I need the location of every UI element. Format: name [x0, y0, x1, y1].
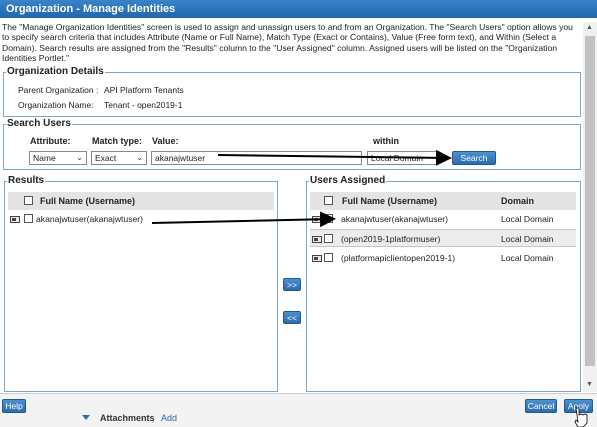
attribute-select[interactable]: Name ⌄ — [29, 151, 87, 165]
parent-org-label: Parent Organization : — [18, 85, 99, 95]
users-assigned-legend: Users Assigned — [309, 175, 387, 187]
value-input-text: akanajwtuser — [155, 153, 206, 163]
attribute-label: Attribute: — [30, 136, 71, 146]
dialog-title-bar: Organization - Manage Identities — [0, 0, 597, 18]
match-type-label: Match type: — [92, 136, 143, 146]
results-row-checkbox[interactable] — [24, 214, 33, 223]
user-card-icon — [312, 255, 322, 262]
assigned-row-name: (open2019-1platformuser) — [341, 234, 441, 244]
description-text: The "Manage Organization Identities" scr… — [2, 22, 573, 63]
chevron-down-icon: ⌄ — [76, 153, 83, 162]
scrollbar-thumb[interactable] — [585, 36, 595, 366]
assigned-row[interactable]: (open2019-1platformuser) Local Domain — [310, 229, 576, 247]
within-select[interactable]: Local Domain — [367, 151, 439, 165]
org-name-value: Tenant - open2019-1 — [104, 100, 183, 110]
user-card-icon — [10, 216, 20, 223]
parent-org-value: API Platform Tenants — [104, 85, 184, 95]
value-input[interactable]: akanajwtuser — [151, 151, 362, 165]
search-users-legend: Search Users — [6, 118, 72, 130]
help-button[interactable]: Help — [2, 399, 26, 413]
results-row-name: akanajwtuser(akanajwtuser) — [36, 214, 143, 224]
within-label: within — [373, 136, 399, 146]
assigned-row-domain: Local Domain — [501, 214, 554, 224]
chevron-down-icon: ⌄ — [136, 153, 143, 162]
results-header: Full Name (Username) — [8, 192, 274, 210]
attribute-select-value: Name — [33, 153, 56, 163]
assigned-row-checkbox[interactable] — [324, 214, 333, 223]
scroll-up-icon[interactable]: ▲ — [586, 24, 593, 31]
org-name-label: Organization Name: — [18, 100, 94, 110]
assigned-row[interactable]: akanajwtuser(akanajwtuser) Local Domain — [310, 210, 576, 228]
assigned-fullname-header: Full Name (Username) — [342, 196, 438, 206]
results-row[interactable]: akanajwtuser(akanajwtuser) — [8, 210, 274, 228]
attachments-text: Attachments — [100, 413, 155, 423]
assigned-row-name: (platformapiclientopen2019-1) — [341, 253, 456, 263]
dialog-scrollbar[interactable]: ▲ ▼ — [583, 22, 597, 392]
results-fullname-header: Full Name (Username) — [40, 196, 136, 206]
assigned-row-checkbox[interactable] — [324, 234, 333, 243]
assigned-row-domain: Local Domain — [501, 234, 554, 244]
remove-from-assigned-button[interactable]: << — [283, 311, 301, 324]
apply-button[interactable]: Apply — [564, 399, 593, 413]
results-legend: Results — [7, 175, 46, 187]
cancel-button[interactable]: Cancel — [525, 399, 557, 413]
assigned-select-all-checkbox[interactable] — [324, 196, 333, 205]
attachments-label: Attachments Add — [100, 413, 177, 423]
user-card-icon — [312, 236, 322, 243]
user-card-icon — [312, 216, 322, 223]
match-type-select[interactable]: Exact ⌄ — [91, 151, 147, 165]
assigned-row-name: akanajwtuser(akanajwtuser) — [341, 214, 448, 224]
assigned-row[interactable]: (platformapiclientopen2019-1) Local Doma… — [310, 249, 576, 267]
within-select-value: Local Domain — [371, 153, 423, 163]
organization-details-legend: Organization Details — [6, 66, 105, 78]
assigned-row-domain: Local Domain — [501, 253, 554, 263]
assigned-header: Full Name (Username) Domain — [310, 192, 576, 210]
assigned-row-checkbox[interactable] — [324, 253, 333, 262]
scroll-down-icon[interactable]: ▼ — [586, 381, 593, 388]
match-type-select-value: Exact — [95, 153, 117, 163]
assigned-domain-header: Domain — [501, 196, 535, 206]
add-to-assigned-button[interactable]: >> — [283, 278, 301, 291]
search-button[interactable]: Search — [452, 151, 496, 165]
results-select-all-checkbox[interactable] — [24, 196, 33, 205]
expand-triangle-icon — [82, 415, 90, 420]
value-label: Value: — [152, 136, 179, 146]
dialog-title: Organization - Manage Identities — [6, 3, 176, 15]
attachments-add-link[interactable]: Add — [161, 413, 177, 423]
dialog-footer — [0, 393, 597, 427]
